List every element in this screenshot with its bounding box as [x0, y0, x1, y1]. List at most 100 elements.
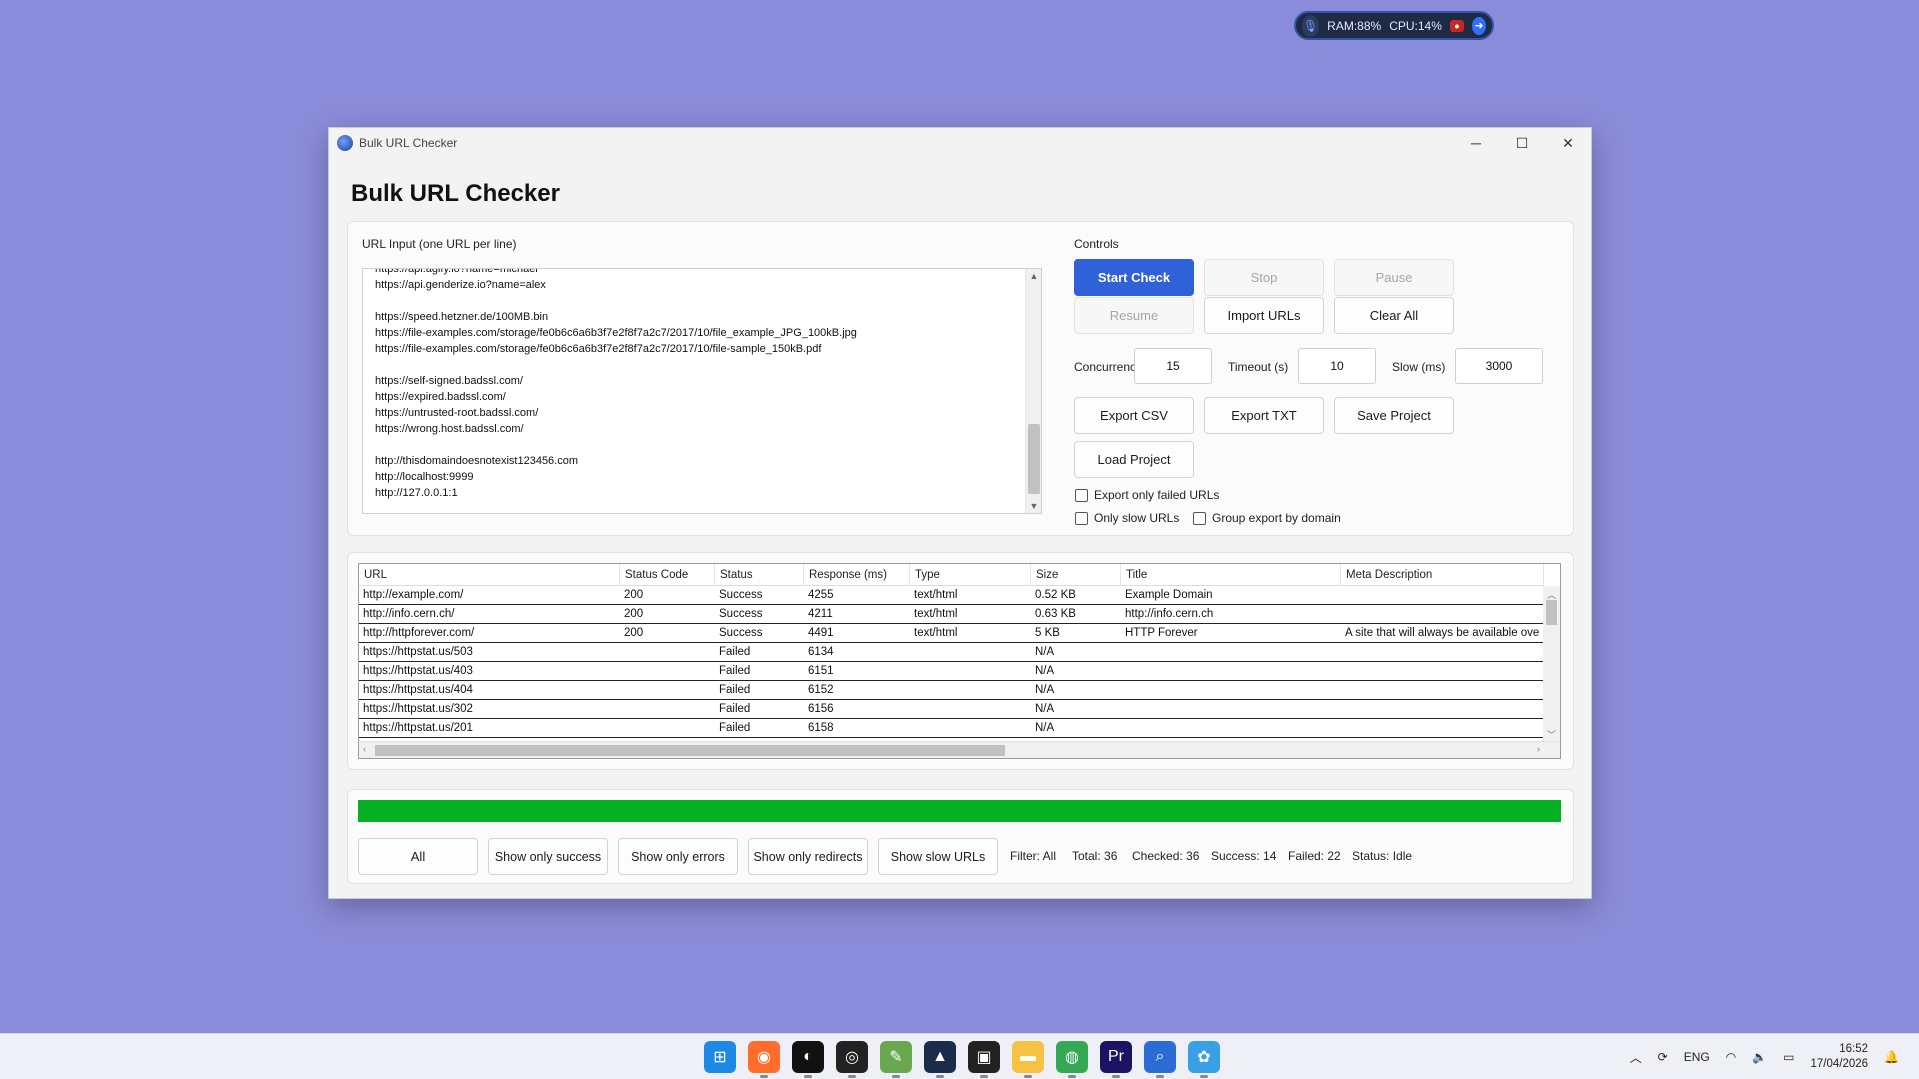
vector-app-icon[interactable]: ▲ [924, 1041, 956, 1078]
column-header[interactable]: Title [1121, 564, 1341, 586]
clock[interactable]: 16:52 17/04/2026 [1810, 1042, 1868, 1072]
stop-button[interactable]: Stop [1204, 259, 1324, 296]
table-cell: Example Domain [1125, 589, 1213, 601]
table-cell [620, 700, 715, 718]
url-line: https://api.agify.io?name=michael [375, 268, 538, 275]
notepad-icon[interactable]: ✎ [880, 1041, 912, 1078]
table-cell [620, 643, 715, 661]
table-row[interactable]: http://httpforever.com/200 Success 4491 tex… [359, 624, 1544, 643]
premiere-icon[interactable]: Pr [1100, 1041, 1132, 1078]
table-row[interactable]: https://httpstat.us/404 Failed 6152 N/A [359, 681, 1544, 700]
table-cell [1341, 719, 1544, 737]
table-cell: 4255 [808, 589, 834, 601]
start-check-button[interactable]: Start Check [1074, 259, 1194, 296]
volume-icon[interactable]: 🔈 [1752, 1050, 1767, 1064]
resume-button[interactable]: Resume [1074, 297, 1194, 334]
windows-start-icon[interactable]: ⊞ [704, 1041, 736, 1073]
table-cell: 4211 [808, 608, 833, 620]
save-project-button[interactable]: Save Project [1334, 397, 1454, 434]
checkbox-box[interactable] [1075, 511, 1088, 525]
url-line: https://file-examples.com/storage/fe0b6c… [375, 343, 822, 355]
group-by-domain-checkbox[interactable]: Group export by domain [1193, 511, 1341, 525]
obs-icon[interactable]: ◎ [836, 1041, 868, 1078]
table-cell: N/A [1035, 646, 1055, 658]
import-urls-button[interactable]: Import URLs [1204, 297, 1324, 334]
checkbox-box[interactable] [1075, 488, 1088, 502]
table-row[interactable]: https://httpstat.us/302 Failed 6156 N/A [359, 700, 1544, 719]
microphone-icon[interactable]: 🎙 [1302, 14, 1320, 37]
clear-all-button[interactable]: Clear All [1334, 297, 1454, 334]
table-row[interactable]: https://httpstat.us/403 Failed 6151 N/A [359, 662, 1544, 681]
progress-fill [358, 800, 1561, 822]
scroll-up-icon[interactable]: ▲ [1026, 271, 1041, 281]
file-explorer-icon[interactable]: ▬ [1012, 1041, 1044, 1078]
filter-success-button[interactable]: Show only success [488, 838, 608, 875]
table-vertical-scrollbar[interactable]: ︿ ﹀ [1543, 586, 1560, 743]
filter-slow-button[interactable]: Show slow URLs [878, 838, 998, 875]
chrome-icon[interactable]: ◍ [1056, 1041, 1088, 1078]
export-failed-label: Export only failed URLs [1094, 488, 1220, 502]
table-row[interactable]: http://example.com/200 Success 4255 text/ht… [359, 586, 1544, 605]
battery-icon[interactable]: ▭ [1783, 1050, 1794, 1064]
column-header[interactable]: Meta Description [1341, 564, 1544, 586]
table-cell: https://httpstat.us/201 [363, 722, 473, 734]
filter-redirects-button[interactable]: Show only redirects [748, 838, 868, 875]
export-txt-button[interactable]: Export TXT [1204, 397, 1324, 434]
scroll-down-icon[interactable]: ▼ [1026, 501, 1041, 511]
column-header[interactable]: Status Code [620, 564, 715, 586]
scrollbar-thumb[interactable] [1546, 600, 1557, 625]
table-cell: text/html [914, 627, 958, 639]
chevron-up-icon[interactable]: ︿ [1630, 1049, 1642, 1066]
url-input-textarea[interactable]: https://api.agify.io?name=michael https:/… [362, 268, 1042, 514]
table-row[interactable]: http://info.cern.ch/200 Success 4211 text/h… [359, 605, 1544, 624]
column-header[interactable]: Type [910, 564, 1031, 586]
url-input-scrollbar[interactable]: ▲ ▼ [1025, 269, 1041, 513]
checked-count: Checked: 36 [1132, 849, 1200, 863]
app-icon[interactable]: ◐ [792, 1041, 824, 1078]
table-row[interactable]: https://httpstat.us/503 Failed 6134 N/A [359, 643, 1544, 662]
export-csv-button[interactable]: Export CSV [1074, 397, 1194, 434]
column-header[interactable]: Status [715, 564, 804, 586]
notification-bell-icon[interactable]: 🔔 [1884, 1050, 1899, 1064]
scroll-down-icon[interactable]: ﹀ [1547, 728, 1556, 741]
table-horizontal-scrollbar[interactable]: ‹ › [359, 741, 1560, 758]
maximize-button[interactable]: ☐ [1499, 128, 1545, 158]
results-table[interactable]: URL Status Code Status Response (ms) Type Siz… [358, 563, 1561, 759]
record-icon[interactable]: ● [1449, 19, 1464, 32]
timeout-input[interactable]: 10 [1298, 348, 1376, 384]
firefox-icon[interactable]: ◉ [748, 1041, 780, 1078]
table-cell: 6158 [808, 722, 834, 734]
pause-button[interactable]: Pause [1334, 259, 1454, 296]
load-project-button[interactable]: Load Project [1074, 441, 1194, 478]
terminal-icon[interactable]: ▣ [968, 1041, 1000, 1078]
sync-icon[interactable]: ⟳ [1658, 1050, 1668, 1064]
table-cell: 6134 [808, 646, 834, 658]
close-button[interactable]: ✕ [1545, 128, 1591, 158]
scrollbar-thumb[interactable] [375, 745, 1005, 756]
minimize-button[interactable]: ─ [1453, 128, 1499, 158]
filter-all-button[interactable]: All [358, 838, 478, 875]
filter-errors-button[interactable]: Show only errors [618, 838, 738, 875]
search-app-icon[interactable]: ⌕ [1144, 1041, 1176, 1078]
wifi-icon[interactable]: ◠ [1726, 1050, 1736, 1064]
column-header[interactable]: URL [359, 564, 620, 586]
table-cell [1341, 681, 1544, 699]
arrow-right-icon[interactable]: ➜ [1471, 16, 1486, 35]
table-cell: text/html [914, 589, 958, 601]
concurrency-input[interactable]: 15 [1134, 348, 1212, 384]
table-row[interactable]: https://httpstat.us/201 Failed 6158 N/A [359, 719, 1544, 738]
only-slow-checkbox[interactable]: Only slow URLs [1075, 511, 1179, 525]
slow-threshold-input[interactable]: 3000 [1455, 348, 1543, 384]
language-indicator[interactable]: ENG [1684, 1050, 1710, 1064]
checkbox-box[interactable] [1193, 511, 1206, 525]
table-cell: 0.63 KB [1035, 608, 1076, 620]
scroll-right-icon[interactable]: › [1537, 744, 1540, 754]
column-header[interactable]: Size [1031, 564, 1121, 586]
scroll-left-icon[interactable]: ‹ [363, 744, 366, 754]
table-cell [1341, 643, 1544, 661]
export-failed-checkbox[interactable]: Export only failed URLs [1075, 488, 1219, 502]
web-app-icon[interactable]: ✿ [1188, 1041, 1220, 1078]
table-cell: N/A [1035, 703, 1055, 715]
column-header[interactable]: Response (ms) [804, 564, 910, 586]
scrollbar-thumb[interactable] [1028, 424, 1040, 494]
